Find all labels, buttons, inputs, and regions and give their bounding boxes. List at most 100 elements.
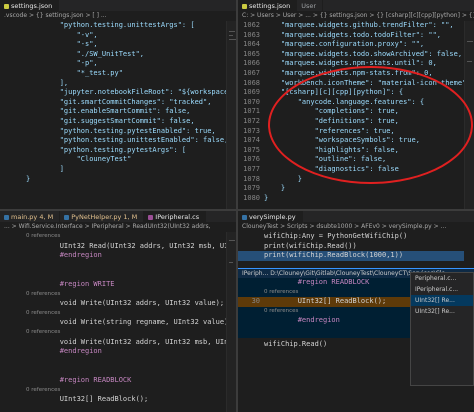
code-line[interactable]: "python.testing.pytestEnabled": true, [0, 127, 226, 137]
line-number [238, 316, 264, 326]
code-line[interactable]: "./SW_UnitTest", [0, 50, 226, 60]
line-number [0, 376, 26, 386]
code-line[interactable]: UInt32[] ReadBlock(); [0, 395, 226, 405]
reference-item[interactable]: IPeripheral.c... [411, 284, 473, 295]
peek-references-list[interactable]: Peripheral.c... IPeripheral.c... UInt32[] … [410, 272, 474, 386]
tab-user[interactable]: User [297, 0, 324, 11]
line-number [238, 340, 264, 350]
code-line[interactable]: "-p", [0, 59, 226, 69]
code-line[interactable]: "git.smartCommitChanges": "tracked", [0, 98, 226, 108]
code-line[interactable]: ] [0, 165, 226, 175]
line-number: 1071 [243, 107, 260, 116]
code-line[interactable]: print(wifiChip.ReadBlock(1000,1)) [238, 251, 464, 261]
code-line[interactable]: #region READBLOCK [238, 278, 410, 288]
code-line[interactable]: "git.enableSmartCommit": false, [0, 107, 226, 117]
code-text: "ClouneyTest" [26, 155, 132, 164]
code-line[interactable]: 0 references [0, 328, 226, 338]
code-line[interactable]: #endregion [0, 251, 226, 261]
reference-item[interactable]: Peripheral.c... [411, 273, 473, 284]
code-area[interactable]: wifiChip:Any = PythonGetWifiChip() print(… [238, 232, 464, 268]
line-number: 1079 [243, 184, 260, 193]
code-text: } [26, 174, 31, 183]
code-text: 0 references [26, 290, 61, 297]
code-line[interactable]: 1062 "marquee.widgets.github.trendFilter… [238, 21, 464, 31]
code-line[interactable]: #region WRITE [0, 280, 226, 290]
code-line[interactable]: void Write(string regname, UInt32 value)… [0, 318, 226, 328]
code-line[interactable]: "-s", [0, 40, 226, 50]
code-text: } [264, 193, 269, 202]
code-line[interactable]: 0 references [238, 288, 410, 298]
code-line[interactable]: "*_test.py" [0, 69, 226, 79]
code-text: "git.suggestSmartCommit": false, [26, 116, 195, 125]
code-line[interactable]: #region READBLOCK [0, 376, 226, 386]
reference-item[interactable]: UInt32[] Re... [411, 306, 473, 317]
code-line[interactable]: void Write(UInt32 addrs, UInt32 value); [0, 299, 226, 309]
code-line[interactable]: 1065 "marquee.widgets.todo.showArchived"… [238, 50, 464, 60]
breadcrumb[interactable]: ClouneyTest > Scripts > dsubte1000 > AFE… [238, 222, 474, 232]
tab-verysimple-py[interactable]: verySimple.py [238, 211, 303, 222]
code-line[interactable]: "ClouneyTest" [0, 155, 226, 165]
code-line[interactable]: 0 references [0, 386, 226, 396]
code-text: "python.testing.unittestEnabled": false, [26, 136, 226, 145]
code-text: "git.smartCommitChanges": "tracked", [26, 97, 212, 106]
code-line[interactable]: 0 references [238, 307, 410, 317]
minimap[interactable] [226, 232, 236, 412]
code-line[interactable] [0, 357, 226, 367]
line-number [0, 280, 26, 290]
tab-bar: verySimple.py [238, 211, 474, 222]
code-line[interactable]: "python.testing.unittestEnabled": false, [0, 136, 226, 146]
reference-item[interactable]: UInt32[] Re... [411, 295, 473, 306]
line-number: 1073 [243, 126, 260, 135]
line-number [0, 290, 26, 300]
breadcrumb[interactable]: .vscode > {} settings.json > [ ] ... [0, 11, 236, 21]
code-line[interactable]: 0 references [0, 232, 226, 242]
line-number [0, 270, 26, 280]
split-divider-horizontal[interactable] [0, 209, 474, 211]
code-line[interactable]: 1080} [238, 194, 464, 204]
code-line[interactable]: "git.suggestSmartCommit": false, [0, 117, 226, 127]
code-line[interactable]: ], [0, 79, 226, 89]
code-text: UInt32[] ReadBlock(); [264, 297, 387, 306]
tab-label: verySimple.py [249, 213, 296, 221]
code-line[interactable]: UInt32 Read(UInt32 addrs, UInt32 msb, UI… [0, 242, 226, 252]
breadcrumb[interactable]: C: > Users > User > ... > {} settings.js… [238, 11, 474, 21]
code-line[interactable]: #endregion [238, 316, 410, 326]
code-area[interactable]: "python.testing.unittestArgs": [ "-v", "… [0, 21, 226, 209]
tab-settings-json[interactable]: settings.json [0, 0, 60, 11]
code-line[interactable]: print(wifiChip.Read()) [238, 242, 464, 252]
code-line[interactable]: 1079 } [238, 184, 464, 194]
code-line[interactable]: "-v", [0, 31, 226, 41]
code-line[interactable]: void Write(UInt32 addrs, UInt32 msb, UIn… [0, 338, 226, 348]
peek-body[interactable]: #region READBLOCK 0 references 30 UInt32[]… [238, 278, 410, 338]
code-text: #endregion [264, 316, 340, 325]
code-line[interactable]: 0 references [0, 309, 226, 319]
tab-iperipheral-cs[interactable]: IPeripheral.cs [144, 211, 207, 222]
code-line[interactable]: "jupyter.notebookFileRoot": "${workspace… [0, 88, 226, 98]
tab-main-py[interactable]: main.py 4, M [0, 211, 61, 222]
code-text: ], [26, 78, 69, 87]
code-line[interactable] [0, 261, 226, 271]
code-text: "git.enableSmartCommit": false, [26, 107, 191, 116]
code-line[interactable]: 1063 "marquee.widgets.todo.todoFilter": … [238, 31, 464, 41]
code-line[interactable]: 30 UInt32[] ReadBlock(); [238, 297, 410, 307]
code-line[interactable] [0, 270, 226, 280]
code-line[interactable]: #endregion [0, 347, 226, 357]
tab-pynethelper-py[interactable]: PyNetHelper.py 1, M [60, 211, 145, 222]
minimap[interactable] [226, 21, 236, 209]
code-area[interactable]: 0 references UInt32 Read(UInt32 addrs, U… [0, 232, 226, 412]
code-line[interactable]: wifiChip:Any = PythonGetWifiChip() [238, 232, 464, 242]
code-line[interactable]: "python.testing.pytestArgs": [ [0, 146, 226, 156]
code-line[interactable]: "python.testing.unittestArgs": [ [0, 21, 226, 31]
code-text: "marquee.configuration.proxy": "", [264, 40, 425, 49]
tab-settings-json[interactable]: settings.json [238, 0, 298, 11]
code-line[interactable]: 0 references [0, 290, 226, 300]
split-divider-vertical[interactable] [236, 0, 238, 412]
line-number [0, 98, 26, 108]
code-line[interactable]: 1064 "marquee.configuration.proxy": "", [238, 40, 464, 50]
code-line[interactable] [0, 366, 226, 376]
line-number [0, 299, 26, 309]
breadcrumb[interactable]: ... > Wifi.Service.Interface > IPeripher… [0, 222, 236, 232]
code-line[interactable]: } [0, 175, 226, 185]
